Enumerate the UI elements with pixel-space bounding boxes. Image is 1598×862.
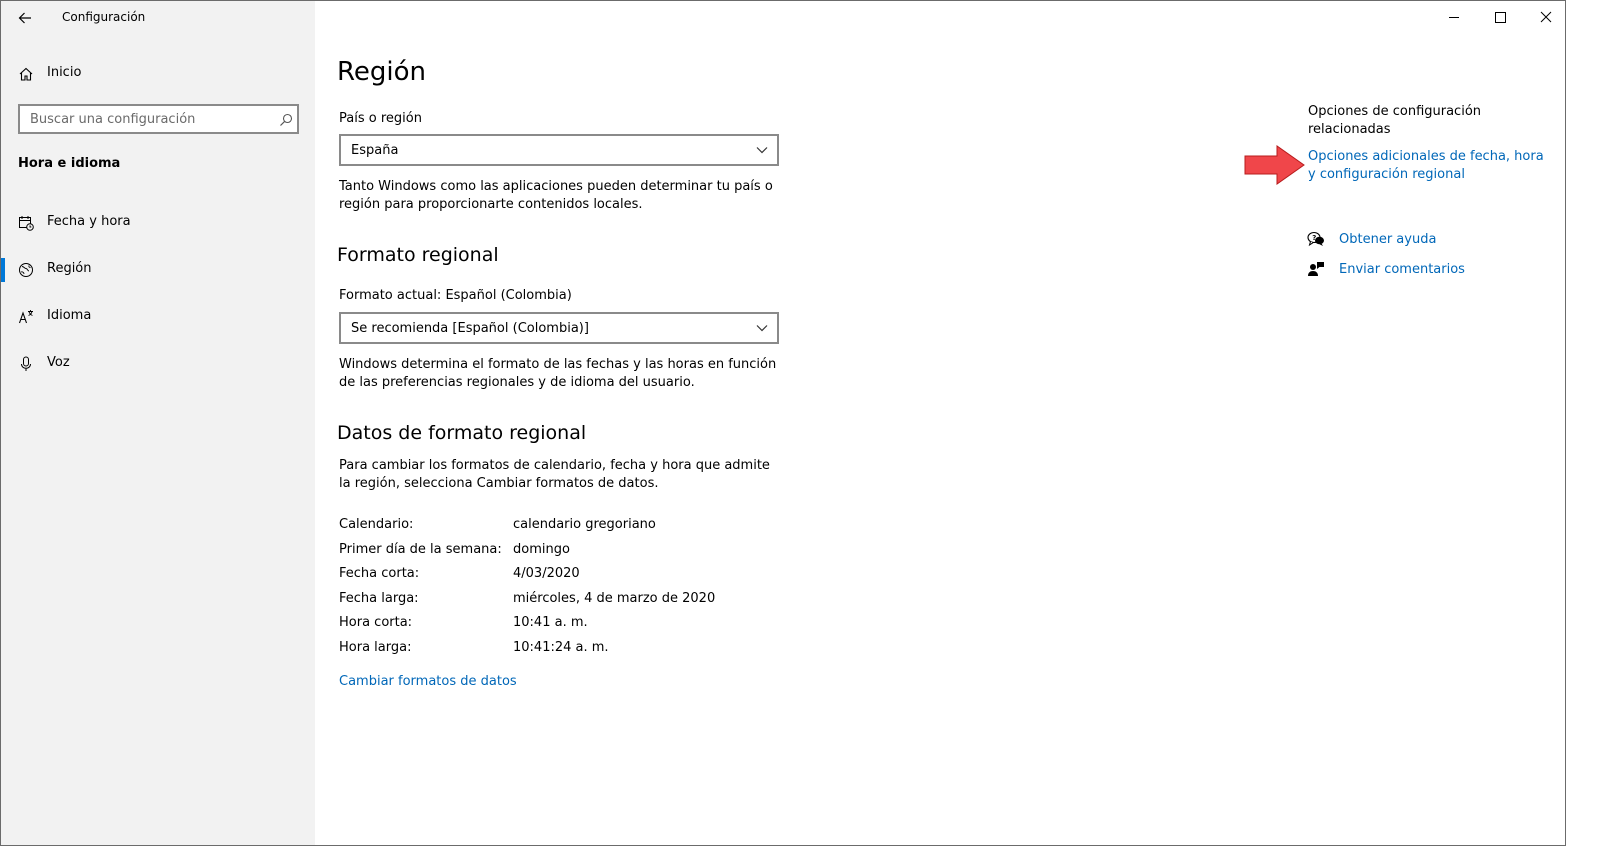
search-icon[interactable]: [279, 113, 293, 127]
regional-format-dropdown[interactable]: Se recomienda [Español (Colombia)]: [339, 312, 779, 344]
get-help-link[interactable]: Obtener ayuda: [1339, 232, 1436, 247]
country-label: País o región: [339, 111, 422, 126]
red-arrow-icon: [1244, 145, 1305, 185]
calendar-clock-icon: [19, 216, 34, 231]
row-value-fecha-corta: 4/03/2020: [513, 566, 580, 581]
language-icon: [18, 310, 33, 324]
sidebar-item-label: Idioma: [47, 308, 92, 323]
window-title: Configuración: [62, 10, 146, 24]
main-content: Región País o región España Tanto Window…: [315, 1, 1565, 845]
feedback-person-icon: [1308, 262, 1324, 276]
svg-text:?: ?: [1312, 234, 1316, 242]
regional-format-description: Windows determina el formato de las fech…: [339, 357, 777, 390]
help-chat-icon: ?: [1307, 231, 1324, 247]
selection-indicator: [1, 258, 5, 282]
row-value-primer-dia: domingo: [513, 542, 570, 557]
sidebar-item-fecha-y-hora[interactable]: Fecha y hora: [1, 203, 315, 243]
row-label-fecha-corta: Fecha corta:: [339, 566, 420, 581]
current-format-label: Formato actual: Español (Colombia): [339, 288, 572, 303]
row-label-hora-larga: Hora larga:: [339, 640, 412, 655]
chevron-down-icon: [756, 325, 768, 332]
settings-window: Configuración Inicio Buscar una configur…: [0, 0, 1566, 846]
related-settings-heading: Opciones de configuración relacionadas: [1308, 104, 1482, 137]
chevron-down-icon: [756, 147, 768, 154]
change-formats-link[interactable]: Cambiar formatos de datos: [339, 674, 517, 689]
row-label-hora-corta: Hora corta:: [339, 615, 413, 630]
country-value: España: [351, 143, 399, 158]
arrow-left-icon: [18, 12, 31, 24]
row-label-fecha-larga: Fecha larga:: [339, 591, 419, 606]
send-feedback-item[interactable]: Enviar comentarios: [1307, 260, 1507, 282]
row-value-fecha-larga: miércoles, 4 de marzo de 2020: [513, 591, 716, 606]
sidebar-item-home[interactable]: Inicio: [1, 54, 315, 94]
sidebar-item-voz[interactable]: Voz: [1, 344, 315, 384]
maximize-button[interactable]: [1477, 1, 1523, 33]
sidebar: Configuración Inicio Buscar una configur…: [1, 1, 315, 845]
sidebar-item-label: Región: [47, 261, 92, 276]
regional-format-value: Se recomienda [Español (Colombia)]: [351, 321, 589, 336]
maximize-icon: [1495, 12, 1506, 23]
microphone-icon: [21, 356, 31, 371]
get-help-item[interactable]: ? Obtener ayuda: [1307, 230, 1507, 252]
sidebar-item-label: Fecha y hora: [47, 214, 131, 229]
globe-region-icon: [19, 263, 33, 277]
sidebar-item-label: Inicio: [47, 65, 82, 80]
close-button[interactable]: [1523, 1, 1565, 33]
additional-settings-link[interactable]: Opciones adicionales de fecha, hora y co…: [1308, 148, 1548, 184]
minimize-button[interactable]: [1431, 1, 1477, 33]
format-data-description: Para cambiar los formatos de calendario,…: [339, 458, 770, 491]
search-input[interactable]: Buscar una configuración: [18, 104, 299, 134]
home-icon: [19, 67, 33, 81]
section-title: Hora e idioma: [18, 156, 121, 171]
sidebar-item-label: Voz: [47, 355, 70, 370]
row-label-primer-dia: Primer día de la semana:: [339, 542, 502, 557]
search-placeholder: Buscar una configuración: [30, 112, 196, 127]
row-value-hora-corta: 10:41 a. m.: [513, 615, 588, 630]
country-dropdown[interactable]: España: [339, 134, 779, 166]
send-feedback-link[interactable]: Enviar comentarios: [1339, 262, 1465, 277]
sidebar-item-idioma[interactable]: Idioma: [1, 297, 315, 337]
row-value-hora-larga: 10:41:24 a. m.: [513, 640, 609, 655]
format-data-heading: Datos de formato regional: [337, 422, 587, 444]
regional-format-heading: Formato regional: [337, 244, 499, 266]
page-title: Región: [337, 57, 427, 87]
row-value-calendario: calendario gregoriano: [513, 517, 656, 532]
minimize-icon: [1449, 17, 1459, 18]
row-label-calendario: Calendario:: [339, 517, 414, 532]
close-icon: [1540, 11, 1552, 23]
sidebar-item-region[interactable]: Región: [1, 250, 315, 290]
back-button[interactable]: [9, 3, 43, 33]
country-description: Tanto Windows como las aplicaciones pued…: [339, 179, 773, 212]
